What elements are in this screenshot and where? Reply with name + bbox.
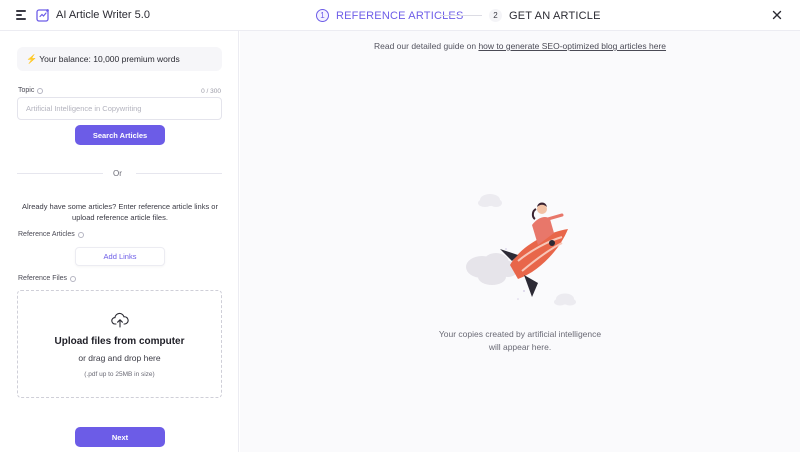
step-number: 2 [489,9,502,22]
topic-label-text: Topic [18,87,35,94]
menu-icon[interactable] [16,10,28,20]
balance-text: Your balance: 10,000 premium words [39,54,180,64]
close-icon[interactable] [771,9,783,21]
output-panel: Read our detailed guide on how to genera… [240,31,800,452]
divider-line [17,173,103,174]
top-bar: AI Article Writer 5.0 1 REFERENCE ARTICL… [0,0,800,31]
balance-card: ⚡ Your balance: 10,000 premium words [17,47,222,71]
info-icon[interactable] [37,87,44,94]
cloud-icon [478,194,502,207]
empty-state-line: Your copies created by artificial intell… [438,329,602,339]
step-number: 1 [316,9,329,22]
info-icon[interactable] [77,231,84,238]
ai-writer-logo-icon [36,9,49,22]
guide-prefix: Read our detailed guide on [373,41,479,51]
empty-state-text: Your copies created by artificial intell… [240,328,800,354]
cloud-icon [554,293,576,306]
char-counter: 0 / 300 [201,88,221,95]
guide-link[interactable]: how to generate SEO-optimized blog artic… [478,41,666,51]
info-icon[interactable] [70,275,77,282]
rocket-illustration [466,194,576,306]
reference-articles-label: Reference Articles [18,231,84,238]
left-panel: ⚡ Your balance: 10,000 premium words Top… [0,31,239,452]
dropzone-title: Upload files from computer [54,336,185,347]
search-articles-button[interactable]: Search Articles [75,125,165,145]
step-divider [440,15,482,16]
empty-state-line: will appear here. [488,342,552,352]
topic-label: Topic [18,87,44,94]
divider-line [136,173,222,174]
app-title: AI Article Writer 5.0 [56,9,150,21]
reference-helper-text: Already have some articles? Enter refere… [22,202,218,222]
file-dropzone[interactable]: Upload files from computer or drag and d… [17,290,222,398]
topic-input[interactable] [17,97,222,120]
cloud-upload-icon [111,312,129,328]
next-button[interactable]: Next [75,427,165,447]
guide-text: Read our detailed guide on how to genera… [240,41,800,51]
lightning-icon: ⚡ [26,53,38,64]
or-separator: Or [113,169,122,178]
reference-articles-label-text: Reference Articles [18,231,75,238]
reference-files-label-text: Reference Files [18,275,68,282]
step-get-an-article[interactable]: 2 GET AN ARTICLE [489,9,601,22]
dropzone-subtitle: or drag and drop here [78,353,161,363]
reference-files-label: Reference Files [18,275,77,282]
dropzone-note: (.pdf up to 25MB in size) [84,371,155,378]
step-label: GET AN ARTICLE [509,9,601,22]
add-links-button[interactable]: Add Links [75,247,165,266]
